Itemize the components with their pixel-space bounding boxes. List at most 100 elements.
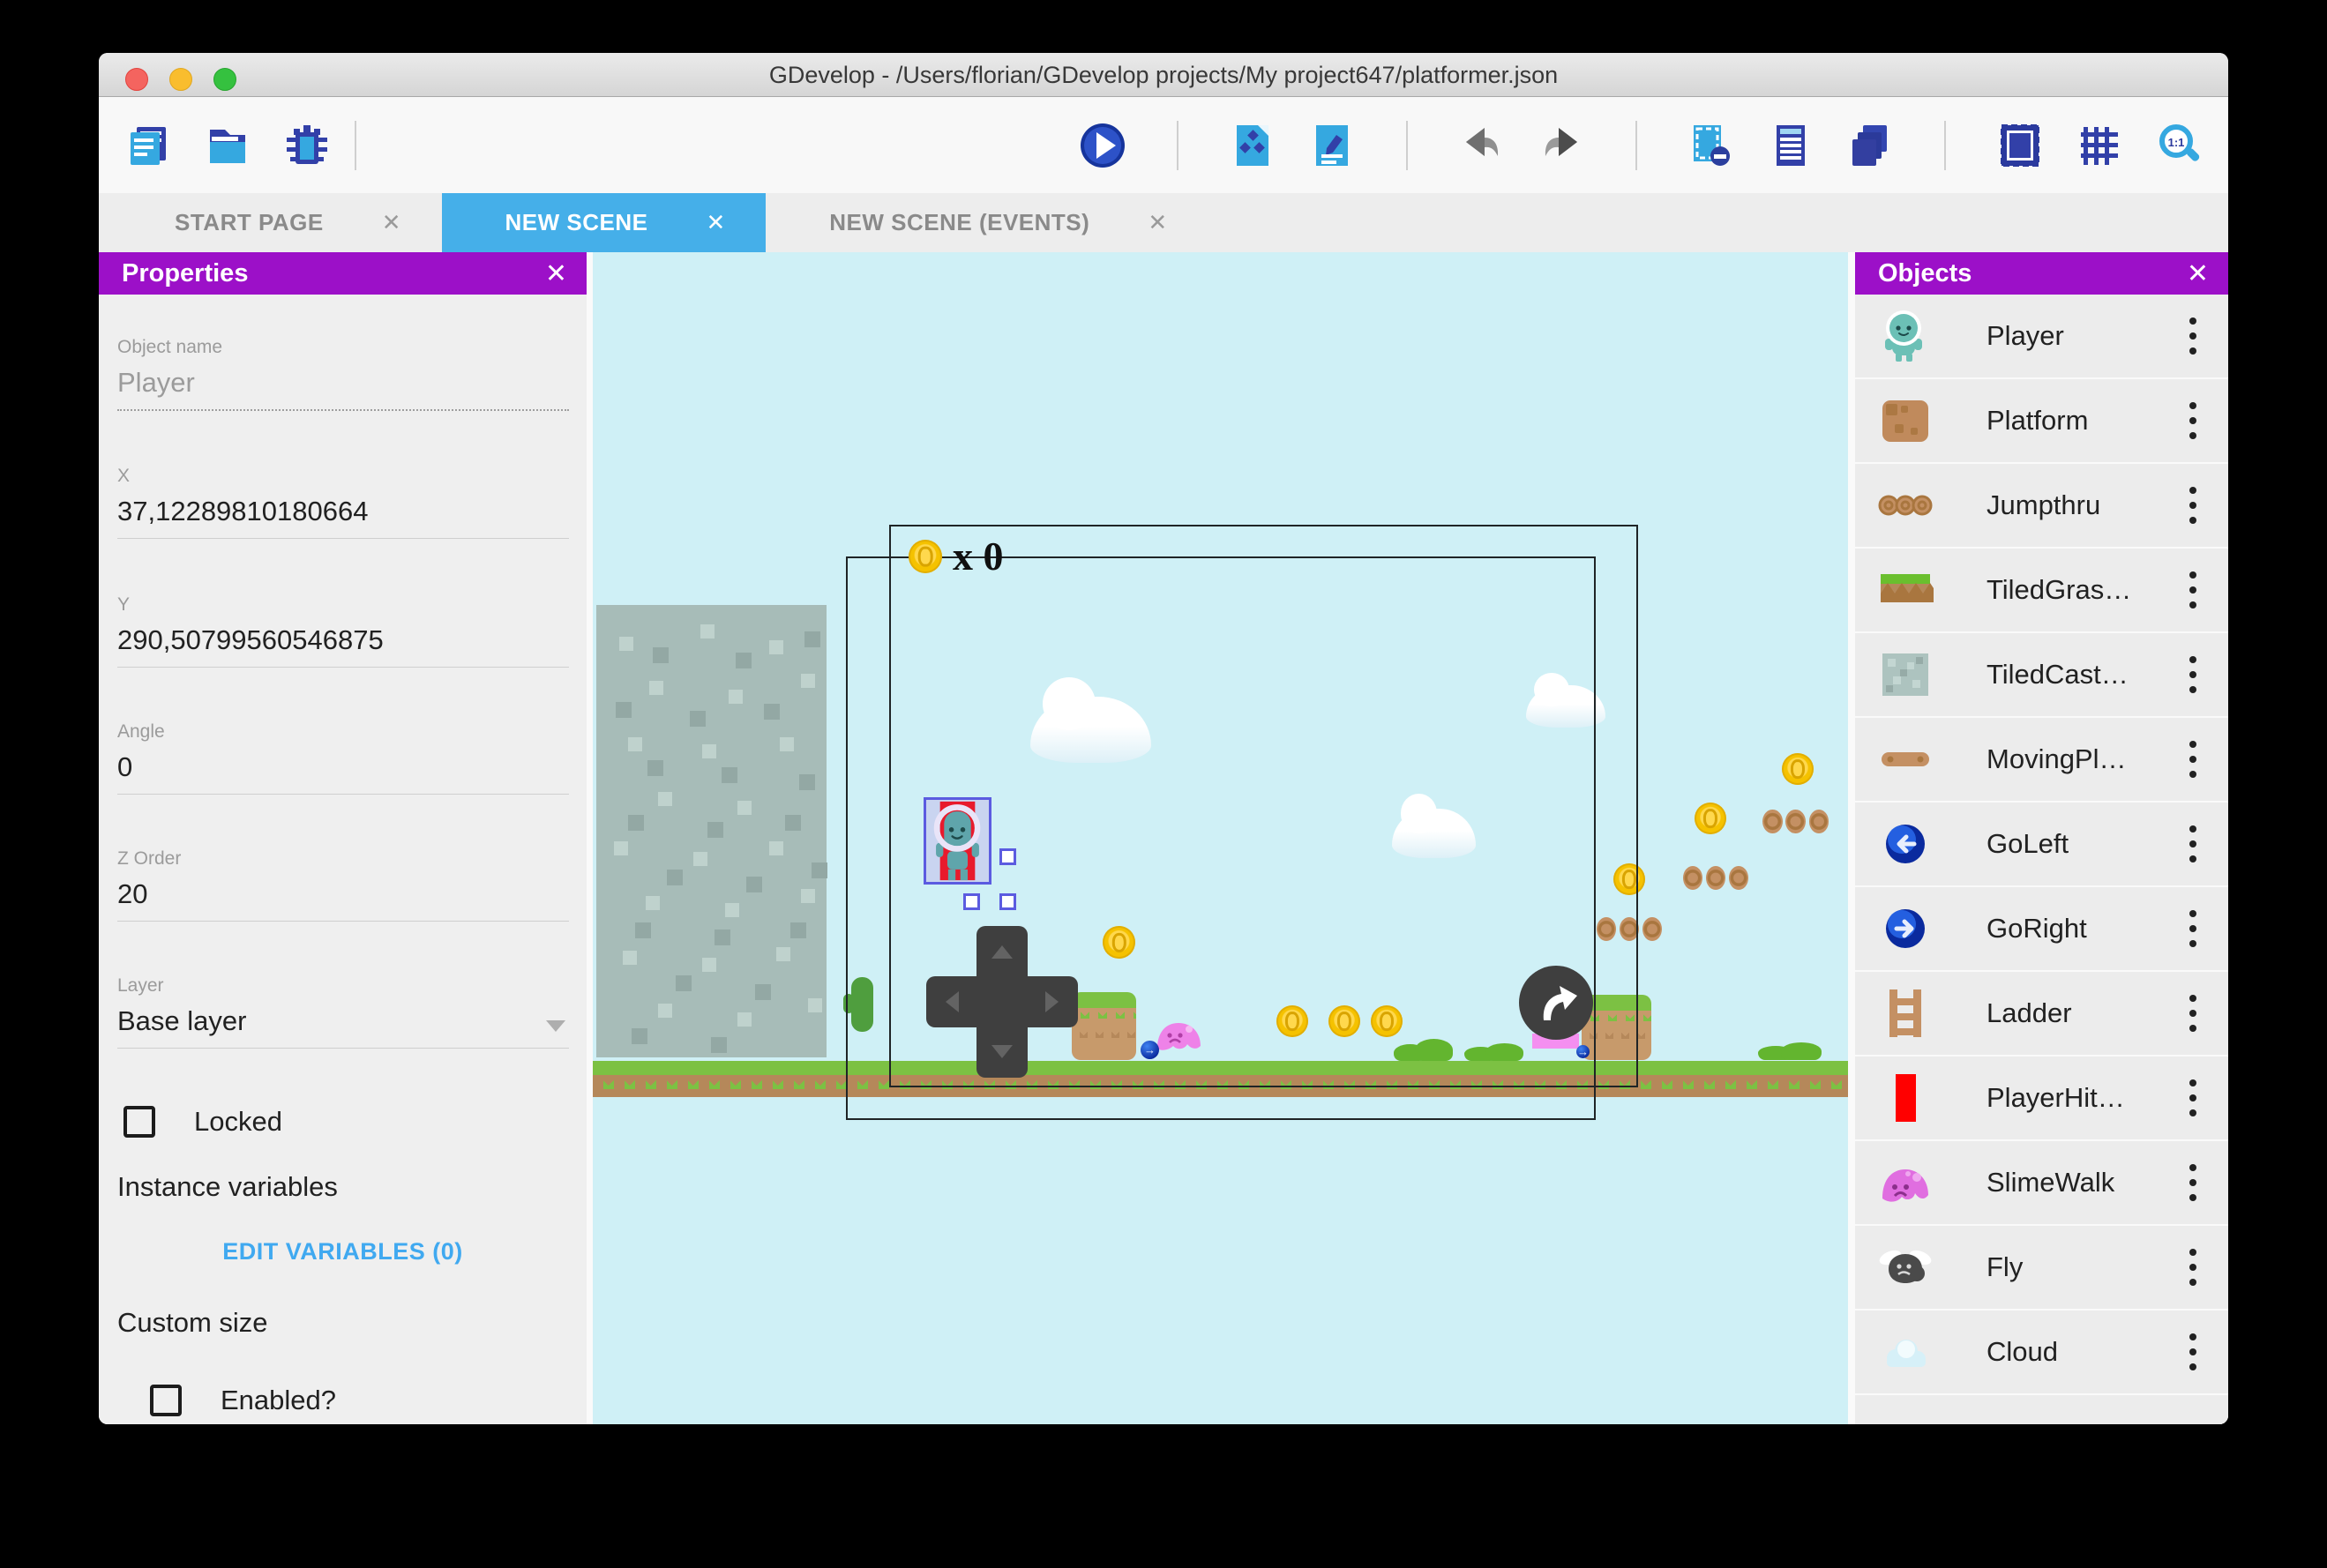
instances-list-icon[interactable] xyxy=(1764,119,1817,172)
locked-row: Locked xyxy=(123,1106,282,1138)
jumpthru-instance[interactable] xyxy=(1683,866,1748,890)
edit-variables-button[interactable]: EDIT VARIABLES (0) xyxy=(99,1238,587,1266)
object-name-label: Object name xyxy=(117,337,569,358)
object-menu-kebab-icon[interactable] xyxy=(2174,317,2212,355)
angle-label: Angle xyxy=(117,721,569,743)
object-menu-kebab-icon[interactable] xyxy=(2174,1333,2212,1370)
object-item-label: Cloud xyxy=(1987,1336,2174,1368)
tab-new-scene[interactable]: NEW SCENE ✕ xyxy=(442,193,767,252)
object-item-label: Jumpthru xyxy=(1987,489,2174,521)
fly-icon xyxy=(1877,1239,1934,1295)
toolbar-divider xyxy=(355,121,356,170)
enabled-row: Enabled? xyxy=(150,1385,336,1416)
debug-icon[interactable] xyxy=(281,119,333,172)
instance-variables-heading: Instance variables xyxy=(117,1171,338,1203)
window-mask-icon[interactable] xyxy=(1994,119,2046,172)
layers-icon[interactable] xyxy=(1844,119,1897,172)
coin-counter-text[interactable]: x 0 xyxy=(953,536,1076,580)
object-menu-kebab-icon[interactable] xyxy=(2174,910,2212,947)
grid-icon[interactable] xyxy=(2073,119,2126,172)
resize-handle[interactable] xyxy=(963,893,980,910)
object-item-label: MovingPl… xyxy=(1987,743,2174,775)
player-instance-selected[interactable] xyxy=(924,797,991,885)
object-menu-kebab-icon[interactable] xyxy=(2174,741,2212,778)
playerhitbox-icon xyxy=(1877,1070,1934,1126)
edit-scene-icon[interactable] xyxy=(1306,119,1358,172)
tab-close-icon[interactable]: ✕ xyxy=(382,209,401,236)
object-menu-kebab-icon[interactable] xyxy=(2174,825,2212,862)
object-menu-kebab-icon[interactable] xyxy=(2174,487,2212,524)
custom-size-heading: Custom size xyxy=(117,1307,268,1339)
object-item-tiledcast[interactable]: TiledCast… xyxy=(1855,633,2228,716)
coin-instance[interactable] xyxy=(1695,803,1726,834)
object-menu-kebab-icon[interactable] xyxy=(2174,656,2212,693)
toolbar-divider xyxy=(1406,121,1408,170)
redo-icon[interactable] xyxy=(1535,119,1588,172)
object-item-cloud[interactable]: Cloud xyxy=(1855,1310,2228,1393)
object-item-slimewalk[interactable]: SlimeWalk xyxy=(1855,1141,2228,1224)
y-input[interactable]: 290,50799560546875 xyxy=(117,624,569,668)
object-item-goright[interactable]: GoRight xyxy=(1855,887,2228,970)
object-item-label: SlimeWalk xyxy=(1987,1167,2174,1198)
object-item-label: Platform xyxy=(1987,405,2174,437)
jumpthru-instance[interactable] xyxy=(1762,810,1829,833)
object-item-movingpl[interactable]: MovingPl… xyxy=(1855,718,2228,801)
locked-checkbox[interactable] xyxy=(123,1106,155,1138)
object-item-fly[interactable]: Fly xyxy=(1855,1226,2228,1309)
tab-start-page[interactable]: START PAGE✕ xyxy=(111,193,442,252)
tab-label: NEW SCENE xyxy=(505,209,648,236)
layer-select-value: Base layer xyxy=(117,1005,246,1036)
object-menu-kebab-icon[interactable] xyxy=(2174,1164,2212,1201)
object-menu-kebab-icon[interactable] xyxy=(2174,1079,2212,1116)
open-folder-icon[interactable] xyxy=(201,119,254,172)
resize-handle[interactable] xyxy=(999,893,1016,910)
undo-icon[interactable] xyxy=(1455,119,1508,172)
z-order-label: Z Order xyxy=(117,848,569,870)
play-icon[interactable] xyxy=(1076,119,1129,172)
object-item-label: TiledCast… xyxy=(1987,659,2174,691)
close-icon[interactable]: ✕ xyxy=(2187,258,2209,289)
object-name-value[interactable]: Player xyxy=(117,367,569,411)
object-item-label: GoRight xyxy=(1987,913,2174,945)
object-item-ladder[interactable]: Ladder xyxy=(1855,972,2228,1055)
goleft-icon xyxy=(1877,816,1934,872)
zoom-1-1-icon[interactable]: 1:1 xyxy=(2152,119,2205,172)
tiled-castle-instance[interactable] xyxy=(596,605,827,1057)
bush-instance[interactable] xyxy=(1758,1042,1822,1060)
close-icon[interactable]: ✕ xyxy=(545,258,567,289)
coin-counter-icon[interactable] xyxy=(909,540,942,573)
x-input[interactable]: 37,12289810180664 xyxy=(117,496,569,539)
scene-graph-icon[interactable] xyxy=(1226,119,1279,172)
tab-new-scene-events[interactable]: NEW SCENE (EVENTS) ✕ xyxy=(766,193,1208,252)
tab-label: NEW SCENE (EVENTS) xyxy=(829,209,1089,236)
z-order-input[interactable]: 20 xyxy=(117,878,569,922)
object-menu-kebab-icon[interactable] xyxy=(2174,995,2212,1032)
toolbar-divider xyxy=(1177,121,1178,170)
object-item-platform[interactable]: Platform xyxy=(1855,379,2228,462)
new-file-icon[interactable] xyxy=(122,119,175,172)
object-item-jumpthru[interactable]: Jumpthru xyxy=(1855,464,2228,547)
object-item-tiledgras[interactable]: TiledGras… xyxy=(1855,549,2228,631)
scene-canvas[interactable]: x 0 xyxy=(593,252,1848,1424)
object-item-label: Ladder xyxy=(1987,997,2174,1029)
angle-input[interactable]: 0 xyxy=(117,751,569,795)
tab-close-icon[interactable]: ✕ xyxy=(706,209,725,236)
object-item-goleft[interactable]: GoLeft xyxy=(1855,803,2228,885)
object-item-playerhit[interactable]: PlayerHit… xyxy=(1855,1057,2228,1139)
screenshot-stage: GDevelop - /Users/florian/GDevelop proje… xyxy=(0,0,2327,1568)
toolbar: 1:1 xyxy=(99,97,2228,193)
tab-close-icon[interactable]: ✕ xyxy=(1148,209,1167,236)
layer-select[interactable]: Base layer xyxy=(117,1005,569,1049)
enabled-label: Enabled? xyxy=(221,1385,336,1416)
toolbar-left-group xyxy=(122,119,333,172)
instances-mask-icon[interactable] xyxy=(1685,119,1738,172)
object-menu-kebab-icon[interactable] xyxy=(2174,402,2212,439)
locked-label: Locked xyxy=(194,1106,282,1138)
coin-instance[interactable] xyxy=(1782,753,1814,785)
object-menu-kebab-icon[interactable] xyxy=(2174,1249,2212,1286)
resize-handle[interactable] xyxy=(999,848,1016,865)
object-item-player[interactable]: Player xyxy=(1855,295,2228,377)
custom-size-enabled-checkbox[interactable] xyxy=(150,1385,182,1416)
object-menu-kebab-icon[interactable] xyxy=(2174,571,2212,609)
toolbar-right-group: 1:1 xyxy=(1076,119,2205,172)
